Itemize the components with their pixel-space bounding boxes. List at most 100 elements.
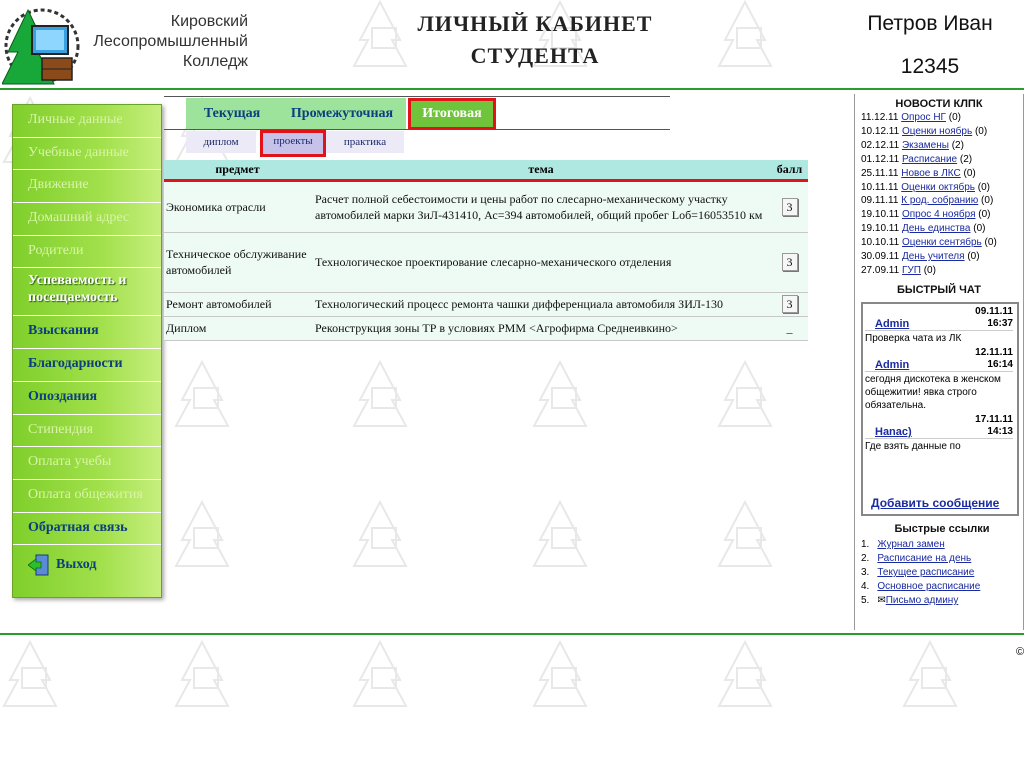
header-divider [0,88,1024,90]
news-item: 09.11.11 К род. собранию (0) [861,194,1023,208]
quick-link[interactable]: Расписание на день [877,553,971,564]
sidebar-item-home-address[interactable]: Домашний адрес [13,203,161,236]
news-count: (0) [973,223,986,235]
quick-link-item: 3. Текущее расписание [861,566,1023,580]
sidebar-item-scholarship[interactable]: Стипендия [13,415,161,448]
quick-link-number: 3. [861,566,870,578]
tab-current[interactable]: Текущая [186,98,278,130]
cell-score: 3 [771,180,808,233]
news-title: НОВОСТИ КЛПК [895,98,983,110]
quick-link[interactable]: Основное расписание [877,581,980,592]
chat-user-link[interactable]: Admin [875,359,909,371]
quick-link[interactable]: Текущее расписание [877,567,974,578]
sidebar-menu: Личные данные Учебные данные Движение До… [12,104,162,598]
news-date: 10.10.11 [861,237,900,249]
chat-time: 14:13 [987,425,1013,437]
cell-subject: Ремонт автомобилей [164,292,311,317]
subtab-practice[interactable]: практика [326,131,404,153]
sidebar-item-feedback[interactable]: Обратная связь [13,513,161,546]
quick-links-list: 1. Журнал замен 2. Расписание на день 3. Теку… [861,538,1023,608]
news-date: 30.09.11 [861,251,900,263]
sidebar-item-movement[interactable]: Движение [13,170,161,204]
chat-message-header: Admin 12.11.11 16:14 [875,347,1013,371]
table-header-row: предмет тема балл [164,160,808,182]
news-date: 10.11.11 [861,181,899,193]
news-item: 30.09.11 День учителя (0) [861,250,1023,264]
sidebar-item-performance[interactable]: Успеваемость и посещаемость [13,268,161,317]
chat-timestamp: 12.11.11 16:14 [975,347,1013,371]
chat-user-link[interactable]: Нanac) [875,426,912,438]
news-link[interactable]: Опрос 4 ноября [902,209,976,220]
quick-link[interactable]: Письмо админу [886,595,959,606]
sidebar-item-personal-data[interactable]: Личные данные [13,105,161,138]
news-item: 11.12.11 Опрос НГ (0) [861,111,1023,125]
news-link[interactable]: Экзамены [902,140,949,151]
quick-link-number: 4. [861,580,870,592]
page-title-line: ЛИЧНЫЙ КАБИНЕТ [417,11,653,36]
chat-text: Где взять данные по [865,437,1013,453]
news-count: (2) [959,153,973,165]
chat-date: 09.11.11 [975,305,1013,317]
news-link[interactable]: Опрос НГ [901,112,946,123]
cell-subject: Диплом [164,316,311,341]
college-name-line: Кировский [170,13,248,30]
tab-intermediate[interactable]: Промежуточная [278,98,406,130]
exit-button[interactable]: Выход [13,545,161,585]
news-item: 10.12.11 Оценки ноябрь (0) [861,125,1023,139]
news-count: (0) [967,251,980,263]
news-date: 19.10.11 [861,209,900,221]
news-link[interactable]: День единства [902,223,970,234]
chat-text: сегодня дискотека в женском общежитии! я… [865,370,1013,412]
cell-topic: Реконструкция зоны ТР в условиях РММ <Аг… [311,316,771,341]
sidebar-item-lateness[interactable]: Опоздания [13,382,161,415]
sidebar-item-study-data[interactable]: Учебные данные [13,138,161,171]
news-link[interactable]: Оценки октябрь [901,182,975,193]
chat-text: Проверка чата из ЛК [865,329,1013,345]
quick-link-item: 5. ✉Письмо админу [861,594,1023,608]
news-link[interactable]: День учителя [902,251,965,262]
news-date: 10.12.11 [861,125,900,137]
news-count: (0) [923,264,936,276]
news-link[interactable]: ГУП [902,265,921,276]
header: Кировский Лесопромышленный Колледж ЛИЧНЫ… [0,0,1024,90]
chat-time: 16:37 [987,317,1013,329]
news-link[interactable]: Оценки ноябрь [902,126,972,137]
news-date: 11.12.11 [861,112,899,123]
subtab-diploma[interactable]: диплом [186,131,256,153]
add-message-link[interactable]: Добавить сообщение [871,496,999,510]
tab-final[interactable]: Итоговая [408,98,496,130]
news-date: 19.10.11 [861,223,900,235]
chat-user-link[interactable]: Admin [875,318,909,330]
news-link[interactable]: К род. собранию [901,195,978,206]
sidebar-item-penalties[interactable]: Взыскания [13,316,161,350]
score-value: 3 [781,295,798,313]
sidebar-item-gratitudes[interactable]: Благодарности [13,349,161,382]
quick-link-number: 1. [861,538,870,550]
news-item: 02.12.11 Экзамены (2) [861,139,1023,153]
quick-link[interactable]: Журнал замен [877,539,944,550]
news-link[interactable]: Оценки сентябрь [902,237,982,248]
sidebar-item-parents[interactable]: Родители [13,236,161,269]
quick-links: Быстрые ссылки 1. Журнал замен 2. Расписани… [861,522,1023,608]
page-title-line: СТУДЕНТА [470,43,600,68]
sidebar-item-tuition[interactable]: Оплата учебы [13,447,161,480]
table-row: Ремонт автомобилей Технологический проце… [164,292,808,317]
table-row: Экономика отрасли Расчет полной себестои… [164,180,808,233]
news-link[interactable]: Расписание [902,154,957,165]
tab-divider [164,129,670,130]
user-id: 12345 [900,55,960,78]
column-header-subject: предмет [164,160,311,182]
news-date: 27.09.11 [861,264,900,276]
subtab-projects[interactable]: проекты [260,130,326,157]
chat-message-header: Admin 09.11.11 16:37 [875,306,1013,330]
chat-time: 16:14 [987,358,1013,370]
news-item: 25.11.11 Новое в ЛКС (0) [861,167,1023,181]
sidebar-item-dormitory-payment[interactable]: Оплата общежития [13,480,161,513]
cell-score: 3 [771,292,808,317]
news-link[interactable]: Новое в ЛКС [901,168,960,179]
news-item: 01.12.11 Расписание (2) [861,153,1023,167]
cell-topic: Технологическое проектирование слесарно-… [311,232,771,293]
quick-links-title: Быстрые ссылки [894,522,990,535]
cell-score: _ [771,316,808,341]
column-header-score: балл [771,160,808,182]
